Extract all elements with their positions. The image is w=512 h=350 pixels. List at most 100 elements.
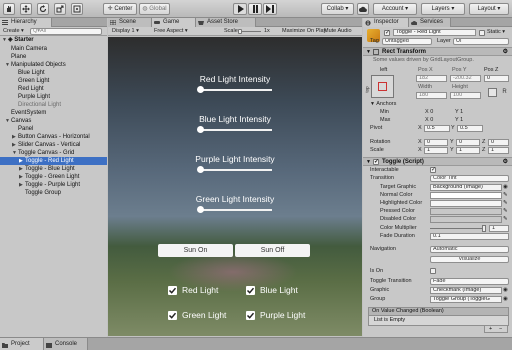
layer-dropdown[interactable]: UI [453, 38, 509, 45]
gameobject-active-checkbox[interactable] [384, 29, 390, 36]
green-intensity-slider[interactable] [200, 209, 272, 211]
move-tool-icon[interactable] [20, 3, 32, 15]
rotation-z-field[interactable]: 0 [488, 139, 509, 146]
eyedropper-icon[interactable]: ✎ [503, 208, 508, 215]
color-multiplier-slider[interactable] [430, 228, 484, 229]
color-multiplier-knob[interactable] [482, 225, 486, 232]
target-graphic-field[interactable]: Background (Image) [430, 184, 502, 191]
maximize-on-play-toggle[interactable]: Maximize On Play [282, 28, 326, 35]
static-checkbox[interactable] [479, 30, 485, 36]
layers-dropdown[interactable]: Layers ▾ [421, 3, 465, 15]
pivot-center-button[interactable]: ✛ Center [103, 3, 137, 15]
aspect-dropdown[interactable]: Free Aspect ▾ [154, 28, 188, 35]
highlighted-color-swatch[interactable] [430, 200, 502, 207]
width-field[interactable]: 180 [416, 92, 447, 99]
is-on-checkbox[interactable] [430, 268, 436, 274]
toggle-script-header[interactable]: ▼ Toggle (Script) ⚙ [363, 157, 512, 166]
pos-x-field[interactable]: 182 [416, 75, 447, 82]
object-picker-icon[interactable]: ◉ [503, 287, 508, 294]
tab-scene[interactable]: Scene [108, 18, 152, 27]
layout-dropdown[interactable]: Layout ▾ [469, 3, 509, 15]
scale-x-field[interactable]: 1 [424, 147, 448, 154]
gameobject-name-field[interactable]: Toggle - Red Light [393, 29, 476, 36]
static-dropdown[interactable]: Static ▾ [487, 29, 505, 36]
tab-inspector[interactable]: Inspector [363, 18, 409, 27]
hierarchy-item[interactable]: ▶ Toggle - Purple Light [0, 181, 107, 189]
normal-color-swatch[interactable] [430, 192, 502, 199]
pause-button[interactable] [248, 3, 262, 15]
hierarchy-item[interactable]: ▼Toggle Canvas - Grid [0, 149, 107, 157]
tab-services[interactable]: Services [409, 18, 451, 27]
interactable-checkbox[interactable] [430, 166, 436, 173]
hierarchy-item[interactable]: Plane [0, 53, 107, 61]
blueprint-mode-button[interactable] [488, 88, 497, 97]
hierarchy-item[interactable]: Toggle Group [0, 189, 107, 197]
raw-edit-button[interactable]: R [500, 88, 509, 97]
purple-intensity-slider[interactable] [200, 169, 272, 171]
anchor-max-x[interactable]: X 0 [425, 117, 433, 124]
hierarchy-item[interactable]: Directional Light [0, 101, 107, 109]
navigation-dropdown[interactable]: Automatic [430, 246, 509, 253]
eyedropper-icon[interactable]: ✎ [503, 200, 508, 207]
hierarchy-item[interactable]: ▶ Toggle - Green Light [0, 173, 107, 181]
scene-root-row[interactable]: ▼◈ Starter [0, 36, 107, 44]
create-dropdown[interactable]: Create ▾ [3, 28, 24, 35]
tab-hierarchy[interactable]: Hierarchy [0, 18, 52, 27]
hierarchy-item[interactable]: ▶ Toggle - Red Light [0, 157, 107, 165]
tab-project[interactable]: Project [0, 338, 44, 350]
anchor-presets-button[interactable] [371, 75, 394, 98]
rotation-y-field[interactable]: 0 [456, 139, 480, 146]
game-view[interactable]: Red Light Intensity Blue Light Intensity… [108, 37, 362, 336]
rect-transform-header[interactable]: ▼ Rect Transform ⚙ [363, 47, 512, 56]
fade-duration-field[interactable]: 0.1 [430, 233, 509, 240]
anchor-max-y[interactable]: Y 1 [455, 117, 463, 124]
object-picker-icon[interactable]: ◉ [503, 296, 508, 303]
hierarchy-item[interactable]: ▶ Toggle - Blue Light [0, 165, 107, 173]
hierarchy-item[interactable]: ▼Manipulated Objects [0, 61, 107, 69]
hierarchy-item[interactable]: Panel [0, 125, 107, 133]
anchors-foldout[interactable]: ▼ Anchors [370, 101, 396, 108]
hand-tool-icon[interactable] [3, 3, 15, 15]
purple-intensity-knob[interactable] [197, 166, 204, 173]
green-intensity-knob[interactable] [197, 206, 204, 213]
remove-event-button[interactable]: − [499, 326, 502, 332]
pressed-color-swatch[interactable] [430, 208, 502, 215]
blue-intensity-knob[interactable] [197, 126, 204, 133]
visualize-button[interactable]: Visualize [430, 256, 509, 263]
red-intensity-knob[interactable] [197, 86, 204, 93]
red-light-checkbox[interactable] [168, 286, 177, 295]
purple-light-toggle[interactable]: Purple Light [246, 310, 326, 322]
object-picker-icon[interactable]: ◉ [503, 184, 508, 191]
play-button[interactable] [233, 3, 247, 15]
hierarchy-search-input[interactable]: Q▾All [30, 28, 102, 35]
toggle-transition-dropdown[interactable]: Fade [430, 278, 509, 285]
tag-dropdown[interactable]: Untagged [382, 38, 432, 45]
rect-tool-icon[interactable] [71, 3, 83, 15]
hierarchy-item[interactable]: Blue Light [0, 69, 107, 77]
toggle-enabled-checkbox[interactable] [373, 158, 379, 166]
tab-asset-store[interactable]: Asset Store [196, 18, 256, 27]
gear-icon[interactable]: ⚙ [503, 48, 508, 56]
hierarchy-item[interactable]: Purple Light [0, 93, 107, 101]
mute-audio-toggle[interactable]: Mute Audio [324, 28, 352, 35]
pivot-y-field[interactable]: 0.5 [457, 125, 483, 132]
red-intensity-slider[interactable] [200, 89, 272, 91]
tab-console[interactable]: Console [44, 338, 88, 350]
rotation-x-field[interactable]: 0 [424, 139, 448, 146]
rotate-tool-icon[interactable] [37, 3, 49, 15]
purple-light-checkbox[interactable] [246, 311, 255, 320]
green-light-checkbox[interactable] [168, 311, 177, 320]
collab-button[interactable]: Collab ▾ [321, 3, 354, 15]
hierarchy-item[interactable]: ▶ Button Canvas - Horizontal [0, 133, 107, 141]
add-event-button[interactable]: + [489, 326, 492, 332]
scale-y-field[interactable]: 1 [456, 147, 480, 154]
scale-slider-track[interactable] [239, 31, 261, 32]
red-light-toggle[interactable]: Red Light [168, 285, 248, 297]
blue-light-checkbox[interactable] [246, 286, 255, 295]
color-multiplier-field[interactable]: 1 [489, 225, 509, 232]
gear-icon[interactable]: ⚙ [503, 158, 508, 166]
graphic-field[interactable]: Checkmark (Image) [430, 287, 502, 294]
anchor-min-y[interactable]: Y 1 [455, 109, 463, 116]
hierarchy-item[interactable]: Main Camera [0, 45, 107, 53]
sun-on-button[interactable]: Sun On [158, 244, 233, 257]
